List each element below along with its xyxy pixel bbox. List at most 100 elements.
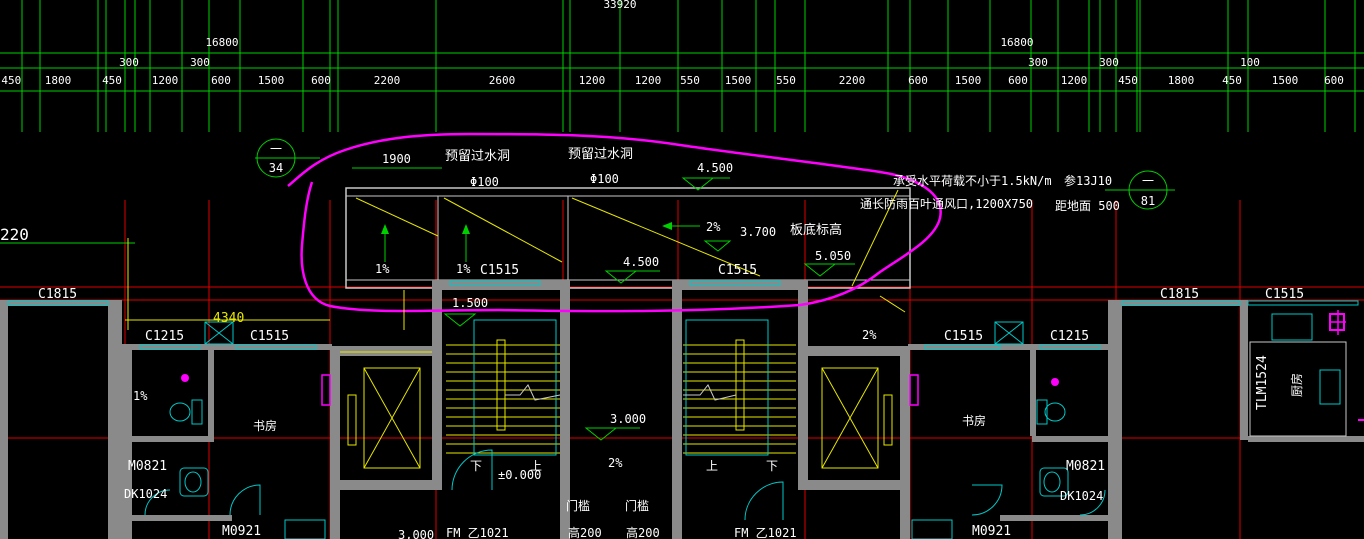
stair-down-left: 下 [470,459,482,473]
ref-note: 参13J10 [1064,173,1112,188]
elev-4500-top: 4.500 [697,161,733,175]
half-dimension-right: 16800 [1000,36,1033,49]
small-dim-label: 300 [119,56,139,69]
top-dim-label: 1200 [635,74,662,87]
top-dim-label: 450 [102,74,122,87]
vent-note: 通长防雨百叶通风口,1200X750 [860,196,1033,211]
top-dim-label: .450 [0,74,21,87]
half-dimension-left: 16800 [205,36,238,49]
elev-5050: 5.050 [815,249,851,263]
small-dim-label: 300 [190,56,210,69]
top-dim-label: 2200 [839,74,866,87]
vent-height: 距地面 500 [1055,199,1120,213]
top-dim-label: 1200 [579,74,606,87]
window-c1215-right: C1215 [1050,329,1089,344]
door-tlm1524: TLM1524 [1255,355,1270,410]
top-dim-label: 1500 [725,74,752,87]
fire-door-right: FM 乙1021 [734,526,797,539]
dim-1900: 1900 [382,152,411,166]
window-c1215-left: C1215 [145,329,184,344]
walls [0,280,1364,539]
door-swings [144,449,1106,539]
top-dim-label: 600 [211,74,231,87]
window-c1515-right: C1515 [944,329,983,344]
elevator-right [821,367,893,469]
top-dim-label: 1200 [1061,74,1088,87]
elev-1500: 1.500 [452,296,488,310]
slope-1pct-bath: 1% [133,389,148,403]
slope-2pct-bottom: 2% [608,456,623,470]
dk1024-left: DK1024 [124,487,167,501]
top-dim-label: 1200 [152,74,179,87]
door-sill-2: 门槛 [625,498,649,513]
stairs [446,319,796,456]
phi-1: Φ100 [470,175,499,189]
overall-dimension: 33920 [603,0,636,11]
door-sill-1: 门槛 [566,498,590,513]
dim-3000: 3,000 [398,528,434,539]
slope-1pct-left: 1% [375,262,390,276]
left-dim-label: 220 [0,225,29,244]
top-dim-label: 600 [311,74,331,87]
fixtures [169,313,1347,497]
load-note: 承受水平荷载不小于1.5kN/m [893,174,1052,188]
door-m0821-left: M0821 [128,459,167,474]
top-dim-label: 2600 [489,74,516,87]
top-dim-label: 600 [1008,74,1028,87]
height-200-2: 高200 [626,525,660,539]
room-study-left: 书房 [253,418,277,433]
top-dim-label: 550 [680,74,700,87]
top-dim-label: 1800 [1168,74,1195,87]
top-dim-label: 600 [908,74,928,87]
height-200-1: 高200 [568,525,602,539]
window-c1515-b: C1515 [718,263,757,278]
section-marker-left: 一 34 [255,138,320,178]
svg-text:一: 一 [270,142,282,156]
stair-up-left: 上 [530,459,542,473]
top-dim-label: 1500 [258,74,285,87]
dim-4340: 4340 [213,311,244,326]
elev-3000: 3.000 [610,412,646,426]
elevator-left [347,367,421,469]
water-hole-1: 预留过水洞 [445,149,510,164]
door-m0821-right: M0821 [1066,459,1105,474]
fire-door-left: FM 乙1021 [446,526,509,539]
window-c1515-a: C1515 [480,263,519,278]
top-dim-label: 1500 [955,74,982,87]
top-dim-label: 550 [776,74,796,87]
door-m0921-right: M0921 [972,524,1011,539]
windows [7,280,1359,350]
top-dim-label: 600 [1324,74,1344,87]
water-hole-2: 预留过水洞 [568,147,633,162]
window-c1515-right-top: C1515 [1265,287,1304,302]
slope-2pct: 2% [706,220,721,234]
svg-text:一: 一 [1142,174,1154,188]
elev-4500-mid: 4.500 [623,255,659,269]
stair-down-right: 下 [766,459,778,473]
top-dim-label: 2200 [374,74,401,87]
room-kitchen: 厨房 [1289,373,1304,397]
small-dim-label: 300 [1028,56,1048,69]
slope-1pct-mid: 1% [456,262,471,276]
window-c1815-left: C1815 [38,287,77,302]
top-dimension-labels: .450 1800 450 1200 600 1500 600 2200 2600 1200 120… [0,74,1344,87]
top-dim-label: 450 [1118,74,1138,87]
small-dim-label: 100 [1240,56,1260,69]
window-c1515-left: C1515 [250,329,289,344]
dk1024-right: DK1024 [1060,489,1103,503]
top-dim-label: 450 [1222,74,1242,87]
top-dim-label: 1500 [1272,74,1299,87]
elev-3700: 3.700 [740,225,776,239]
top-dim-label: 1800 [45,74,72,87]
room-study-right: 书房 [962,413,986,428]
svg-text:81: 81 [1141,194,1155,208]
svg-text:34: 34 [269,161,283,175]
stair-up-right: 上 [706,459,718,473]
cad-drawing-canvas[interactable]: 33920 16800 16800 300 300 300 300 100 .450 18… [0,0,1364,539]
slab-bottom: 板底标高 [790,222,842,238]
small-dim-label: 300 [1099,56,1119,69]
phi-2: Φ100 [590,172,619,186]
window-c1815-right: C1815 [1160,287,1199,302]
door-m0921-left: M0921 [222,524,261,539]
slope-2pct-right: 2% [862,328,877,342]
